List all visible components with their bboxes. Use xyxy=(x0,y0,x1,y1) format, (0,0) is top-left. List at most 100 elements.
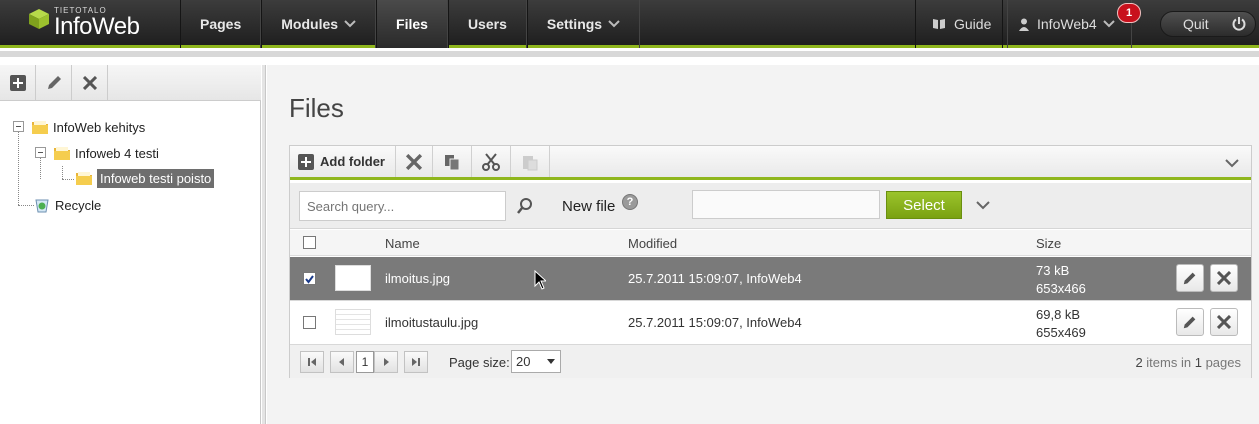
pages-text: pages xyxy=(1205,355,1241,370)
first-page-icon xyxy=(308,358,316,366)
nav-settings[interactable]: Settings xyxy=(526,0,641,48)
add-folder-label: Add folder xyxy=(320,154,385,169)
scissors-icon xyxy=(482,152,500,171)
next-page-button[interactable] xyxy=(374,351,398,373)
tree-collapse-toggle[interactable] xyxy=(35,147,46,158)
page-size-select[interactable]: 20 xyxy=(511,350,561,373)
file-size: 73 kB 653x466 xyxy=(1036,262,1086,298)
tree-line xyxy=(18,205,34,206)
file-modified: 25.7.2011 15:09:07, InfoWeb4 xyxy=(628,271,802,286)
file-browser-panel: Add folder New file ? Select xyxy=(289,145,1252,378)
folder-icon xyxy=(76,172,92,185)
tree-node-selected[interactable]: Infoweb testi poisto xyxy=(75,167,215,189)
file-size-value: 73 kB xyxy=(1036,263,1070,278)
pencil-icon xyxy=(1183,272,1196,285)
column-name[interactable]: Name xyxy=(385,236,420,251)
main-menu: Pages Modules Files Users Settings xyxy=(180,0,641,48)
tree-line xyxy=(40,158,41,179)
nav-files[interactable]: Files xyxy=(376,0,448,48)
search-icon[interactable] xyxy=(516,197,534,215)
user-menu[interactable]: InfoWeb4 xyxy=(1002,0,1132,48)
help-icon[interactable]: ? xyxy=(622,194,638,210)
tree-node-label: Infoweb 4 testi xyxy=(75,145,159,161)
recycle-bin-icon xyxy=(35,199,49,213)
file-size-value: 69,8 kB xyxy=(1036,307,1081,322)
add-folder-button[interactable]: Add folder xyxy=(290,146,396,177)
chevron-down-icon[interactable] xyxy=(976,201,990,210)
folder-tree-panel: InfoWeb kehitys Infoweb 4 testi Infoweb … xyxy=(0,65,261,424)
table-row[interactable]: ilmoitustaulu.jpg 25.7.2011 15:09:07, In… xyxy=(290,301,1251,345)
tree-node-child[interactable]: Infoweb 4 testi xyxy=(53,142,159,164)
tree-line xyxy=(62,179,74,180)
current-page[interactable]: 1 xyxy=(356,351,374,373)
pencil-icon xyxy=(47,76,61,89)
nav-modules[interactable]: Modules xyxy=(261,0,377,48)
user-name: InfoWeb4 xyxy=(1037,16,1097,32)
chevron-down-icon xyxy=(608,20,620,28)
page-size-value: 20 xyxy=(516,354,531,369)
file-dimensions: 653x466 xyxy=(1036,281,1086,296)
file-dimensions: 655x469 xyxy=(1036,325,1086,340)
paste-button[interactable] xyxy=(511,146,550,177)
search-and-upload-row: New file ? Select xyxy=(290,183,1251,229)
row-checkbox[interactable] xyxy=(303,316,316,329)
copy-icon xyxy=(445,154,460,170)
infoweb-logo[interactable]: TIETOTALO InfoWeb xyxy=(26,6,176,42)
nav-users-label: Users xyxy=(467,16,507,32)
folder-icon xyxy=(32,121,48,134)
prev-page-button[interactable] xyxy=(330,351,354,373)
quit-label: Quit xyxy=(1183,16,1209,32)
next-page-icon xyxy=(384,358,389,366)
book-icon xyxy=(933,19,945,29)
row-checkbox[interactable] xyxy=(303,272,316,285)
search-input[interactable] xyxy=(299,191,506,221)
nav-pages[interactable]: Pages xyxy=(180,0,262,48)
folder-icon xyxy=(54,147,70,160)
plus-icon xyxy=(9,75,26,91)
guide-link[interactable]: Guide xyxy=(915,0,1009,48)
select-all-checkbox[interactable] xyxy=(303,236,316,249)
tree-node-root[interactable]: InfoWeb kehitys xyxy=(31,116,145,138)
chevron-down-icon xyxy=(1102,20,1115,28)
topbar-divider xyxy=(0,51,1259,57)
select-file-button[interactable]: Select xyxy=(886,191,962,219)
add-folder-tree-button[interactable] xyxy=(0,65,36,101)
check-icon xyxy=(305,275,314,284)
plus-icon xyxy=(298,153,314,170)
tree-collapse-toggle[interactable] xyxy=(13,121,24,132)
cut-button[interactable] xyxy=(472,146,511,177)
last-page-icon xyxy=(412,358,420,366)
tree-toolbar xyxy=(0,65,261,101)
table-row[interactable]: ilmoitus.jpg 25.7.2011 15:09:07, InfoWeb… xyxy=(290,257,1251,301)
dropdown-arrow-icon xyxy=(547,359,555,364)
edit-file-button[interactable] xyxy=(1176,264,1204,292)
chevron-down-icon xyxy=(1225,159,1239,168)
notification-badge[interactable]: 1 xyxy=(1117,3,1141,23)
tree-node-label: InfoWeb kehitys xyxy=(53,119,146,135)
delete-file-button[interactable] xyxy=(1210,308,1238,336)
file-upload-field[interactable] xyxy=(692,190,880,219)
close-icon xyxy=(406,153,422,170)
delete-file-button[interactable] xyxy=(1210,264,1238,292)
delete-button[interactable] xyxy=(396,146,433,177)
nav-users[interactable]: Users xyxy=(447,0,527,48)
collapse-toggle[interactable] xyxy=(1225,156,1239,171)
panel-splitter[interactable] xyxy=(262,65,266,424)
copy-button[interactable] xyxy=(433,146,472,177)
file-thumbnail[interactable] xyxy=(335,309,371,335)
tree-node-label: Infoweb testi poisto xyxy=(97,168,215,188)
first-page-button[interactable] xyxy=(300,351,324,373)
edit-file-button[interactable] xyxy=(1176,308,1204,336)
guide-label: Guide xyxy=(954,16,992,32)
quit-button[interactable]: Quit xyxy=(1160,11,1256,37)
top-navigation-bar: TIETOTALO InfoWeb Pages Modules Files Us… xyxy=(0,0,1259,48)
file-name[interactable]: ilmoitustaulu.jpg xyxy=(385,315,478,330)
column-size[interactable]: Size xyxy=(1036,236,1061,251)
column-modified[interactable]: Modified xyxy=(628,236,677,251)
tree-node-recycle[interactable]: Recycle xyxy=(33,194,101,216)
file-name[interactable]: ilmoitus.jpg xyxy=(385,271,450,286)
file-thumbnail[interactable] xyxy=(335,265,371,291)
rename-folder-button[interactable] xyxy=(36,65,72,101)
last-page-button[interactable] xyxy=(404,351,428,373)
delete-folder-button[interactable] xyxy=(72,65,108,101)
